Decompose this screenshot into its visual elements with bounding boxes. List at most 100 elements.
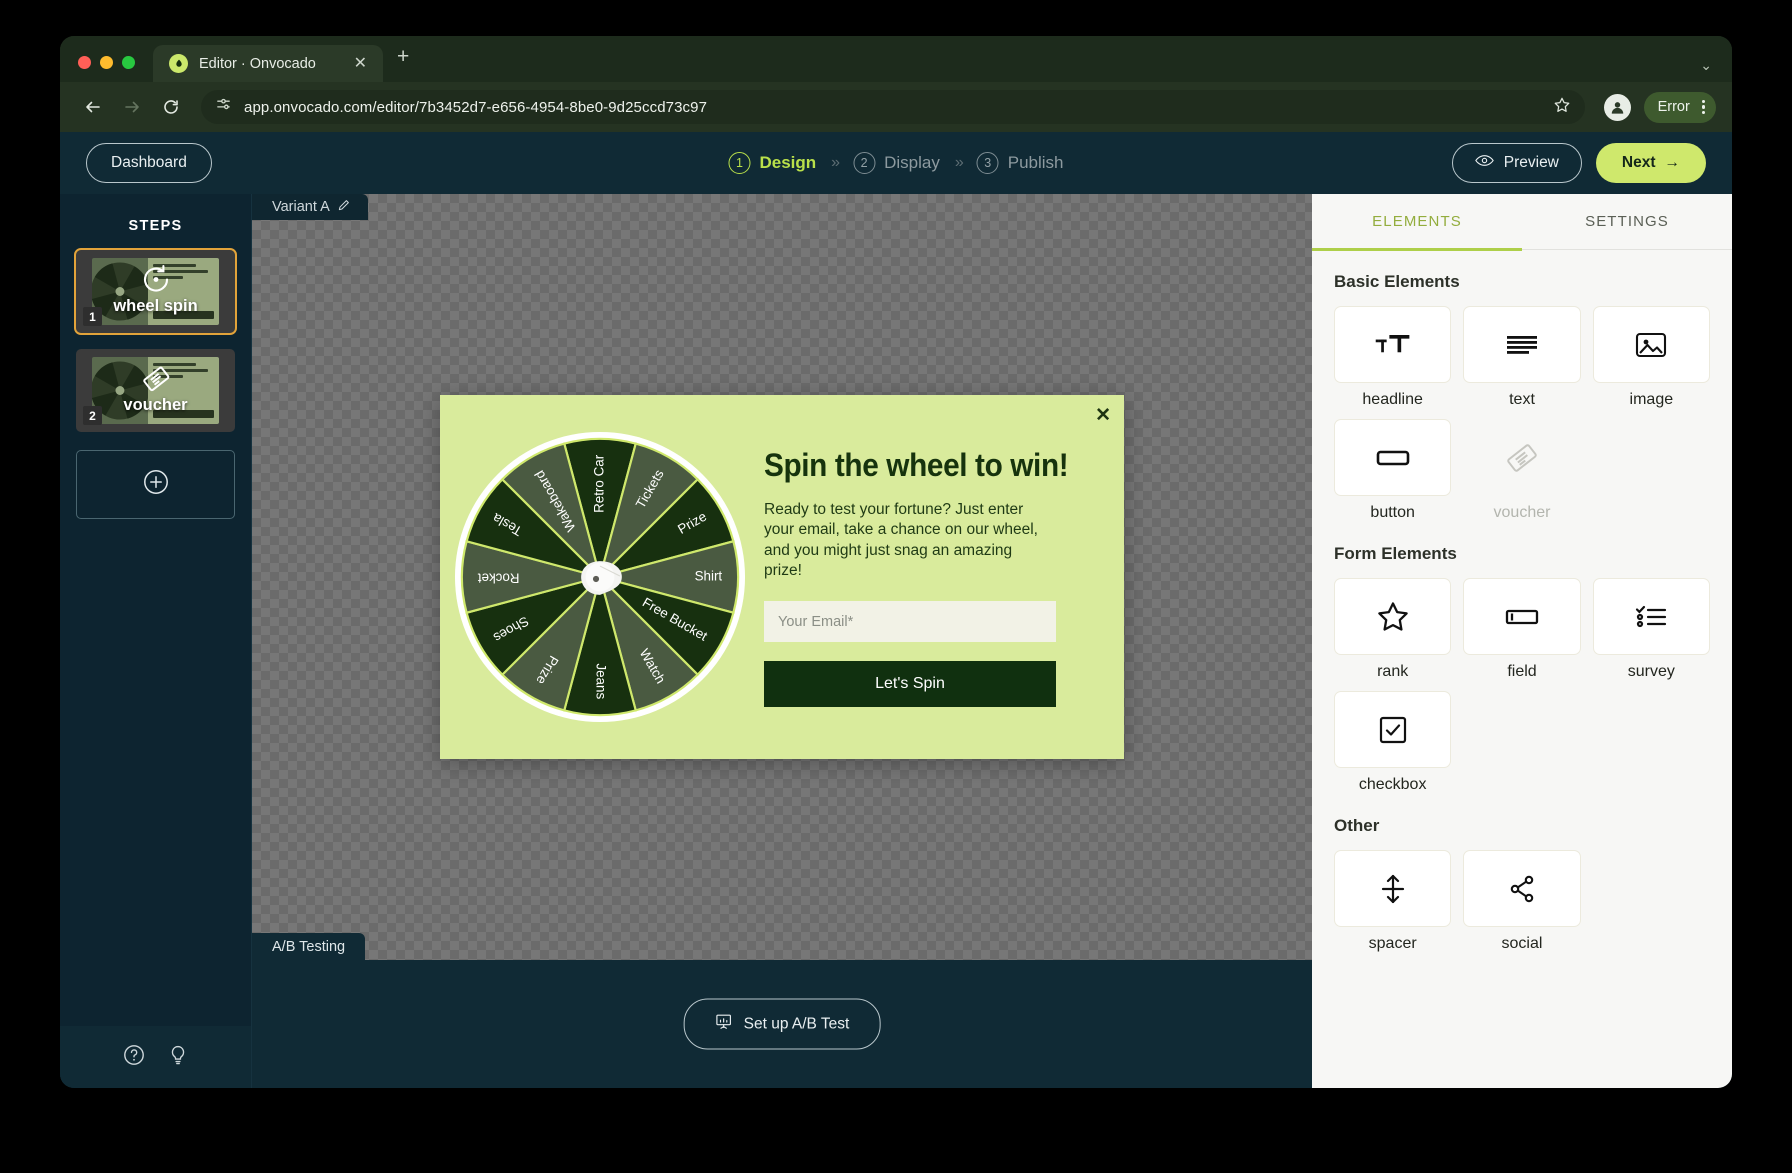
design-canvas[interactable]: ✕ Retro Car Tickets Prize Shirt Free Bucket W…	[252, 194, 1312, 960]
element-label: headline	[1362, 391, 1423, 408]
voucher-icon	[138, 360, 174, 401]
ab-button-label: Set up A/B Test	[743, 1015, 850, 1032]
url-text: app.onvocado.com/editor/7b3452d7-e656-49…	[244, 98, 708, 116]
prize-wheel[interactable]: Retro Car Tickets Prize Shirt Free Bucket Wat…	[451, 428, 749, 726]
canvas-area: Variant A ✕ Retro Car Tickets Prize Shir…	[252, 194, 1312, 1088]
wheel-spin-icon	[139, 262, 173, 301]
star-icon	[1334, 578, 1452, 655]
wheel-slice-label: Rocket	[478, 570, 520, 585]
button-icon	[1334, 419, 1452, 496]
element-text[interactable]: text	[1463, 306, 1581, 409]
preview-label: Preview	[1503, 154, 1559, 171]
element-label: spacer	[1368, 935, 1417, 952]
browser-tab[interactable]: Editor · Onvocado ✕	[153, 45, 383, 82]
wizard-step-publish[interactable]: 3 Publish	[976, 152, 1064, 174]
element-image[interactable]: image	[1592, 306, 1710, 409]
element-checkbox[interactable]: checkbox	[1334, 691, 1452, 794]
back-button[interactable]	[76, 90, 110, 124]
field-icon	[1463, 578, 1581, 655]
tab-settings[interactable]: SETTINGS	[1522, 194, 1732, 249]
dashboard-button[interactable]: Dashboard	[86, 143, 212, 183]
element-label: image	[1629, 391, 1674, 408]
spin-button[interactable]: Let's Spin	[764, 661, 1056, 708]
step-label: Publish	[1007, 153, 1064, 172]
element-spacer[interactable]: spacer	[1334, 850, 1452, 953]
reload-button[interactable]	[154, 90, 188, 124]
step-item-voucher[interactable]: 2 voucher	[76, 349, 235, 432]
form-elements-grid: rank field survey checkbox	[1312, 578, 1732, 794]
favicon-icon	[169, 54, 188, 73]
variant-tab[interactable]: Variant A	[252, 194, 368, 220]
edit-pencil-icon[interactable]	[338, 199, 350, 215]
element-label: rank	[1377, 663, 1409, 680]
profile-avatar[interactable]	[1603, 93, 1631, 121]
error-indicator[interactable]: Error	[1643, 91, 1716, 123]
close-tab-icon[interactable]: ✕	[350, 54, 371, 74]
wizard-step-display[interactable]: 2 Display	[853, 152, 940, 174]
app-header: Dashboard 1 Design » 2 Display » 3 Publi…	[60, 132, 1732, 194]
popup-copy: Spin the wheel to win! Ready to test you…	[760, 447, 1124, 708]
wizard-separator: »	[954, 154, 964, 171]
arrow-right-icon: →	[1664, 154, 1681, 171]
step-label: Design	[759, 153, 817, 172]
steps-title: STEPS	[128, 218, 183, 234]
steps-sidebar: STEPS 1 wheel spin 2 voucher	[60, 194, 252, 1088]
step-label: Display	[884, 153, 940, 172]
popup-headline: Spin the wheel to win!	[764, 446, 1069, 483]
other-elements-grid: spacer social	[1312, 850, 1732, 953]
plus-icon	[143, 469, 169, 500]
error-label: Error	[1657, 99, 1690, 115]
wizard-step-design[interactable]: 1 Design	[728, 152, 816, 174]
headline-icon	[1334, 306, 1452, 383]
maximize-window-button[interactable]	[122, 56, 135, 69]
browser-menu-icon[interactable]	[1699, 99, 1708, 115]
element-rank[interactable]: rank	[1334, 578, 1452, 681]
forward-button	[115, 90, 149, 124]
ab-testing-tab[interactable]: A/B Testing	[252, 933, 366, 960]
step-wizard: 1 Design » 2 Display » 3 Publish	[728, 152, 1064, 174]
help-icon[interactable]	[123, 1044, 145, 1071]
element-button[interactable]: button	[1334, 419, 1452, 522]
section-title-form: Form Elements	[1334, 544, 1457, 563]
element-social[interactable]: social	[1463, 850, 1581, 953]
variant-label: Variant A	[272, 199, 330, 215]
lightbulb-icon[interactable]	[167, 1044, 189, 1071]
element-voucher: voucher	[1463, 419, 1580, 522]
wheel-svg: Retro Car TicketsPrizeShirtFree BucketWat…	[454, 431, 746, 723]
window-controls	[78, 56, 135, 82]
popup-body-text: Ready to test your fortune? Just enter y…	[764, 500, 1038, 579]
preview-button[interactable]: Preview	[1451, 143, 1582, 183]
section-title-basic: Basic Elements	[1334, 272, 1460, 291]
chevron-down-icon[interactable]: ⌄	[1700, 57, 1712, 74]
element-label: survey	[1627, 663, 1675, 680]
wheel-slice-label: Retro Car	[592, 454, 607, 513]
next-label: Next	[1621, 154, 1656, 171]
bookmark-star-icon[interactable]	[1553, 96, 1571, 119]
wheel-slice-label: Shirt	[695, 569, 723, 584]
header-actions: Preview Next →	[1451, 143, 1706, 183]
element-label: field	[1507, 663, 1537, 680]
minimize-window-button[interactable]	[100, 56, 113, 69]
element-field[interactable]: field	[1463, 578, 1581, 681]
next-button[interactable]: Next →	[1595, 143, 1706, 183]
step-item-wheel-spin[interactable]: 1 wheel spin	[74, 248, 237, 335]
wizard-separator: »	[831, 154, 840, 171]
step-number: 2	[853, 152, 876, 174]
address-bar[interactable]: app.onvocado.com/editor/7b3452d7-e656-49…	[201, 90, 1585, 124]
step-name: voucher	[123, 396, 188, 414]
element-headline[interactable]: headline	[1334, 306, 1452, 409]
element-label: text	[1509, 391, 1535, 408]
element-survey[interactable]: survey	[1592, 578, 1710, 681]
close-icon[interactable]: ✕	[1095, 406, 1111, 425]
step-number: 1	[728, 152, 751, 174]
new-tab-button[interactable]: +	[383, 45, 423, 82]
email-input[interactable]: Your Email*	[764, 601, 1056, 643]
steps-footer	[60, 1026, 251, 1088]
tab-elements[interactable]: ELEMENTS	[1312, 194, 1522, 251]
setup-ab-test-button[interactable]: Set up A/B Test	[683, 998, 881, 1050]
close-window-button[interactable]	[78, 56, 91, 69]
element-label: voucher	[1493, 504, 1551, 521]
wheel-slice-label: Jeans	[593, 663, 608, 699]
add-step-button[interactable]	[76, 450, 235, 519]
site-settings-icon[interactable]	[215, 96, 232, 118]
